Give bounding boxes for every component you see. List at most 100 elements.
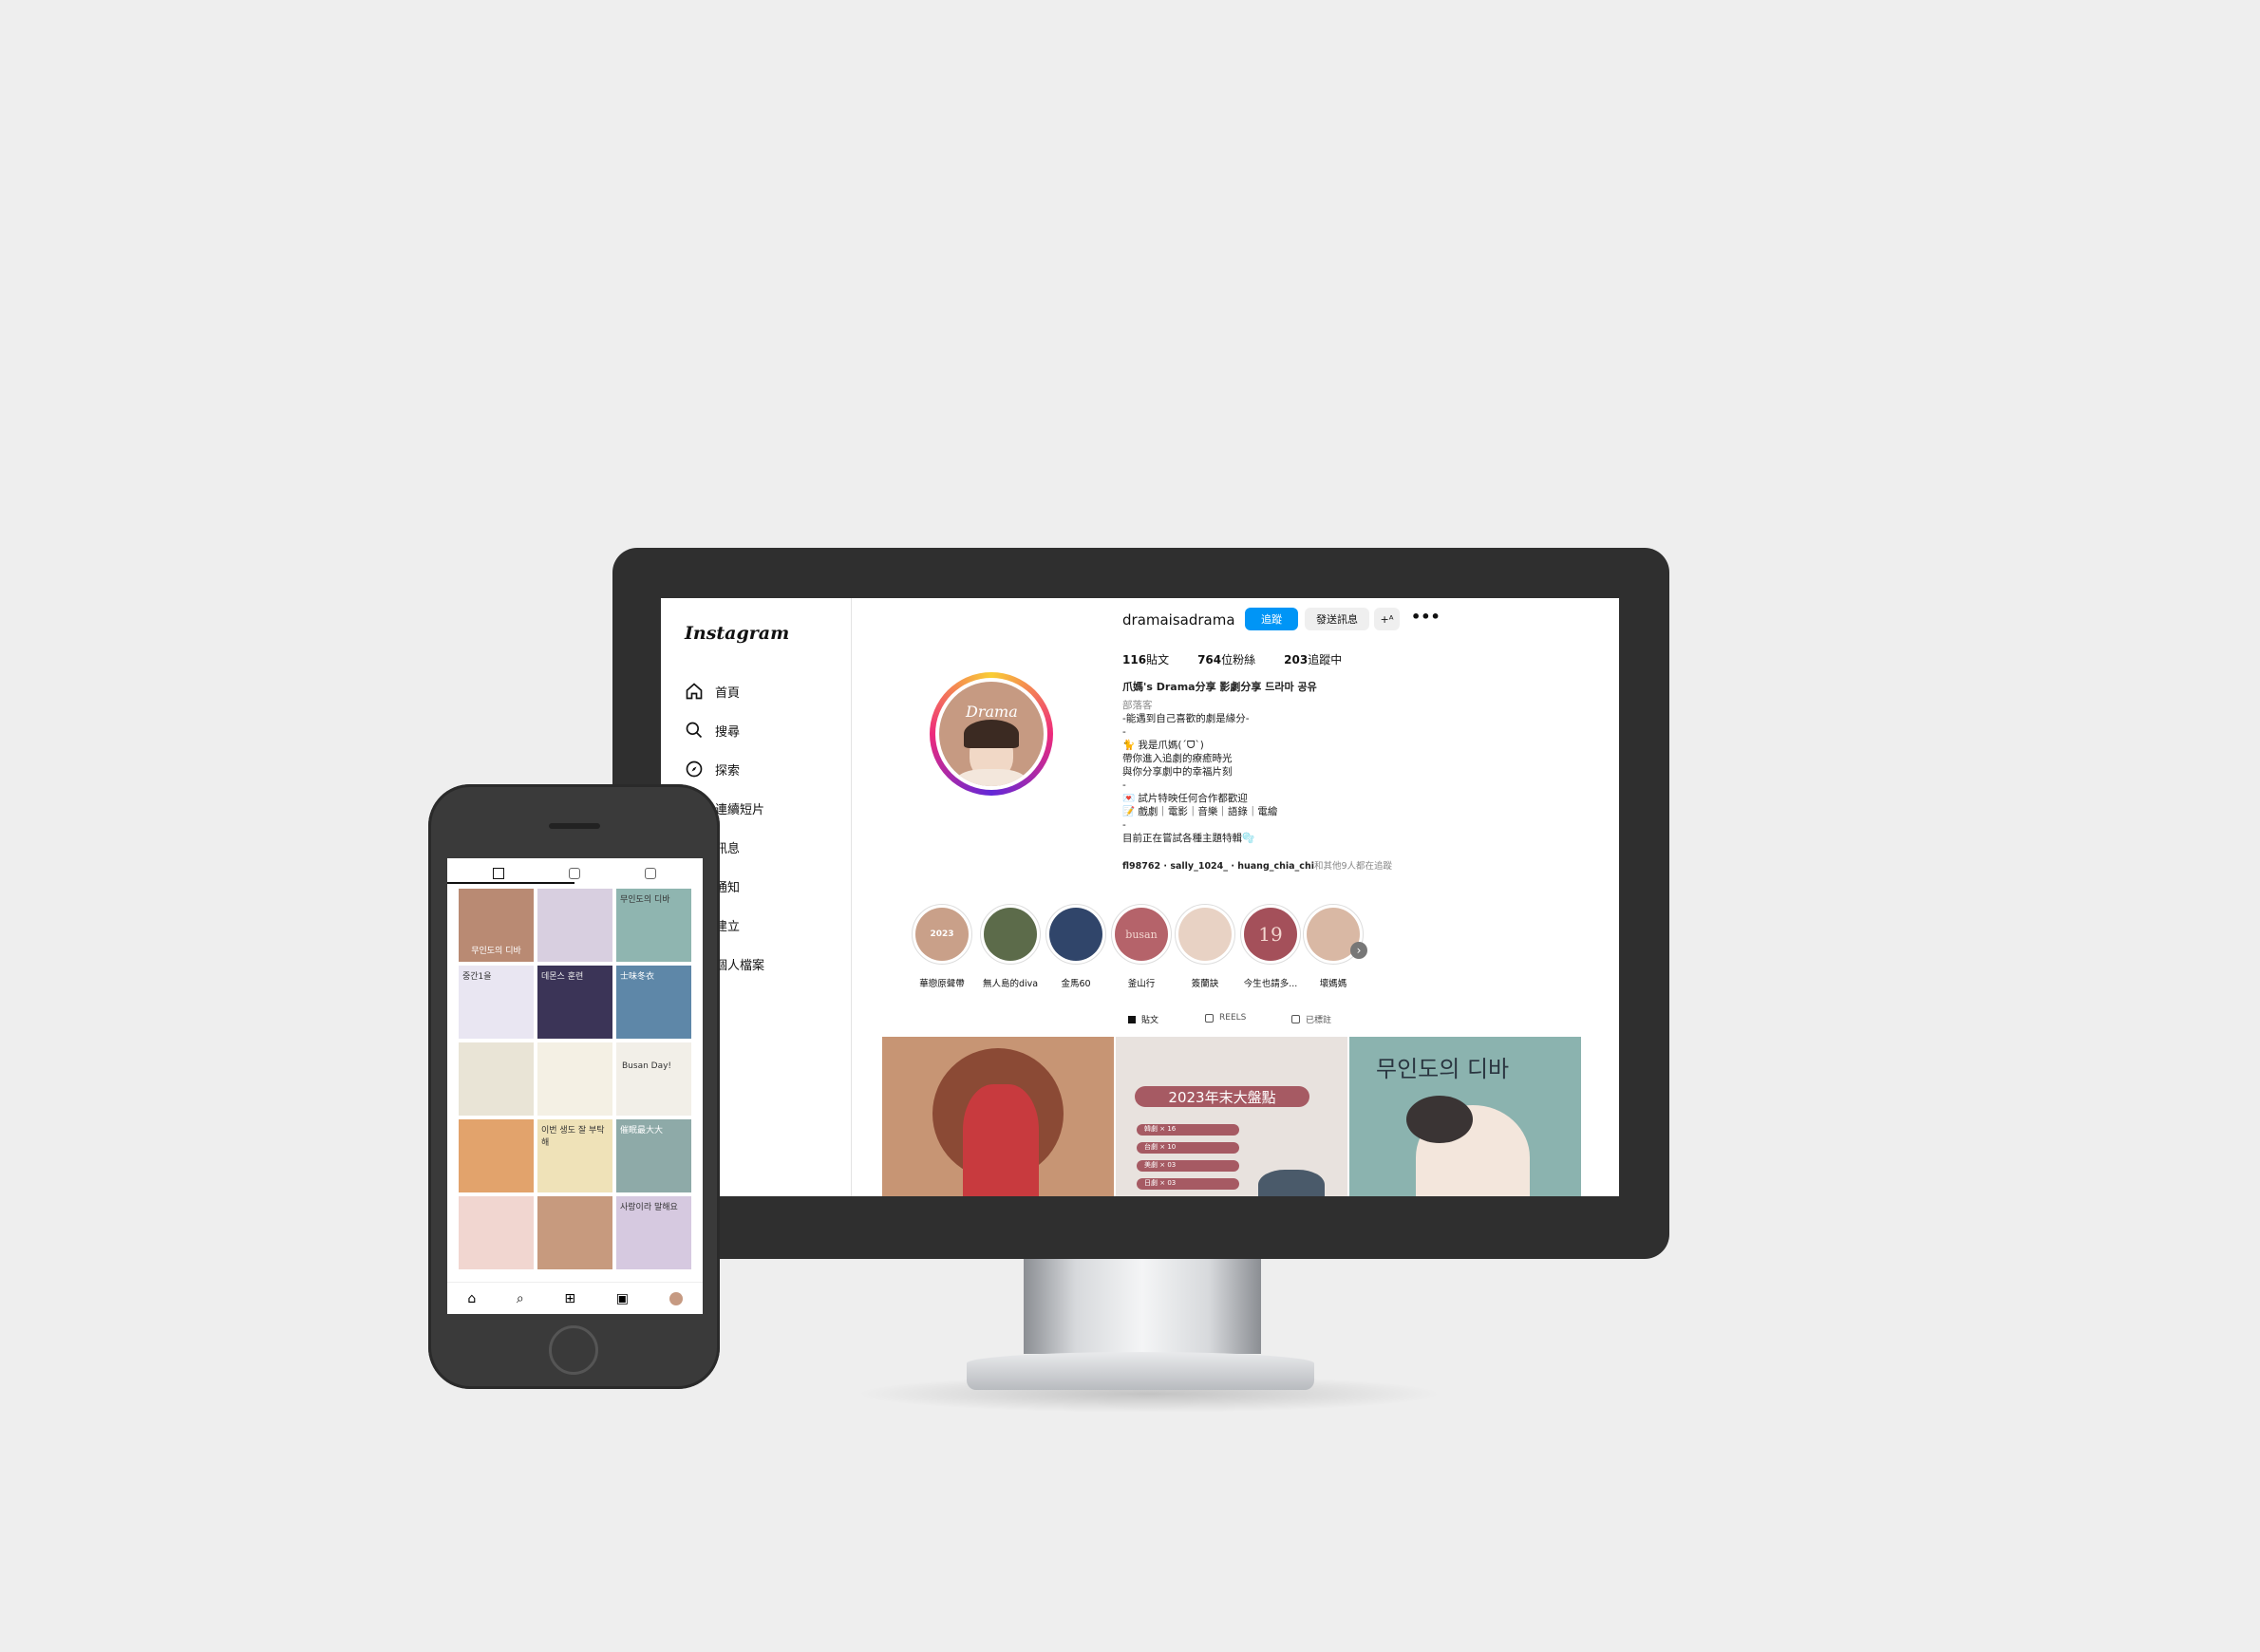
story-label: 華戀原聲帶 bbox=[919, 979, 965, 989]
bio-line: -能遇到自己喜歡的劇是緣分- bbox=[1122, 713, 1250, 724]
bio-line: - bbox=[1122, 819, 1126, 831]
sidebar-item-label: 首頁 bbox=[715, 685, 741, 701]
post-hair-shape bbox=[1406, 1096, 1473, 1143]
search-icon[interactable]: ⌕ bbox=[517, 1291, 524, 1306]
story-thumb-text: busan bbox=[1125, 928, 1158, 941]
tab-tagged[interactable]: 已標註 bbox=[1291, 1013, 1331, 1025]
sidebar-item-explore[interactable]: 探索 bbox=[685, 760, 740, 779]
posts-stat[interactable]: 116貼文 bbox=[1122, 651, 1169, 667]
post-title: 무인도의 디바 bbox=[1376, 1056, 1510, 1082]
phone-post-thumbnail[interactable] bbox=[537, 889, 612, 962]
avatar-body-shape bbox=[956, 769, 1026, 786]
phone-post-thumbnail[interactable]: Busan Day! bbox=[616, 1042, 691, 1116]
story-highlight[interactable]: 無人島的diva bbox=[980, 904, 1041, 989]
post-people-shape bbox=[1258, 1170, 1325, 1196]
phone-post-thumbnail[interactable] bbox=[537, 1196, 612, 1269]
monitor-stand-base bbox=[967, 1352, 1314, 1390]
bio-line: 📝 戲劇｜電影｜音樂｜語錄｜電繪 bbox=[1122, 806, 1278, 817]
home-icon[interactable]: ⌂ bbox=[467, 1291, 476, 1306]
sidebar-item-label: 連續短片 bbox=[715, 802, 765, 817]
post-thumbnail[interactable]: 2023年末大盤點 韓劇 × 16 台劇 × 10 美劇 × 03 日劇 × 0… bbox=[1116, 1037, 1347, 1196]
story-thumb-text: 2023 bbox=[930, 929, 954, 939]
phone-post-thumbnail[interactable] bbox=[459, 1196, 534, 1269]
post-thumbnail[interactable] bbox=[882, 1037, 1114, 1196]
post-couple-shape bbox=[963, 1084, 1039, 1196]
follow-button[interactable]: 追蹤 bbox=[1245, 608, 1298, 630]
profile-username: dramaisadrama bbox=[1122, 611, 1235, 629]
phone-post-thumbnail[interactable]: 무인도의 디바 bbox=[616, 889, 691, 962]
post-list-row: 韓劇 × 16 bbox=[1137, 1124, 1239, 1136]
home-icon bbox=[686, 683, 703, 700]
bio-line: - bbox=[1122, 726, 1126, 738]
tab-posts[interactable]: 貼文 bbox=[1128, 1013, 1158, 1025]
phone-bottom-nav: ⌂ ⌕ ⊞ ▣ bbox=[447, 1282, 703, 1314]
active-tab-indicator bbox=[447, 882, 574, 884]
tab-reels[interactable]: REELS bbox=[1205, 1013, 1246, 1023]
search-icon bbox=[686, 722, 703, 739]
sidebar-item-home[interactable]: 首頁 bbox=[685, 682, 740, 701]
phone-post-thumbnail[interactable]: 무인도의 디바 bbox=[459, 889, 534, 962]
story-label: 金馬60 bbox=[1061, 979, 1091, 989]
profile-stats: 116貼文 764位粉絲 203追蹤中 bbox=[1122, 651, 1342, 667]
phone-screen: 무인도의 디바 무인도의 디바 중간1을 데몬스 훈련 士味冬衣 Busan D… bbox=[447, 858, 703, 1314]
story-label: 簽蘭訣 bbox=[1191, 979, 1219, 989]
sidebar-item-label: 探索 bbox=[715, 763, 741, 779]
story-label: 釜山行 bbox=[1127, 979, 1156, 989]
sidebar-item-search[interactable]: 搜尋 bbox=[685, 721, 740, 740]
bio-line: 目前正在嘗試各種主題特輯🫧 bbox=[1122, 833, 1255, 844]
post-list-row: 台劇 × 10 bbox=[1137, 1142, 1239, 1154]
reels-icon[interactable]: ▣ bbox=[616, 1291, 629, 1306]
suggest-user-button[interactable]: +ᴬ bbox=[1374, 608, 1400, 630]
bio-line: 💌 試片特映任何合作都歡迎 bbox=[1122, 793, 1248, 804]
phone-post-thumbnail[interactable] bbox=[459, 1119, 534, 1192]
profile-display-name: 爪媽's Drama分享 影劇分享 드라마 공유 bbox=[1122, 681, 1317, 693]
story-highlight[interactable]: 簽蘭訣 bbox=[1175, 904, 1235, 989]
tag-icon[interactable] bbox=[645, 868, 656, 879]
sidebar-item-label: 搜尋 bbox=[715, 724, 741, 740]
post-list-row: 美劇 × 03 bbox=[1137, 1160, 1239, 1172]
more-options-icon[interactable]: ••• bbox=[1411, 608, 1441, 626]
story-highlight[interactable]: 2023 華戀原聲帶 bbox=[912, 904, 972, 989]
phone-post-thumbnail[interactable]: 催眠最大大 bbox=[616, 1119, 691, 1192]
grid-icon[interactable] bbox=[493, 868, 504, 879]
monitor-stand-neck bbox=[1024, 1259, 1261, 1354]
story-highlight[interactable]: 19 今生也請多... bbox=[1240, 904, 1301, 989]
phone-post-thumbnail[interactable] bbox=[459, 1042, 534, 1116]
following-stat[interactable]: 203追蹤中 bbox=[1284, 651, 1342, 667]
post-list-row: 日劇 × 03 bbox=[1137, 1178, 1239, 1190]
phone-post-thumbnail[interactable]: 사랑이라 말해요 bbox=[616, 1196, 691, 1269]
avatar[interactable]: Drama bbox=[939, 682, 1044, 786]
phone-post-grid: 무인도의 디바 무인도의 디바 중간1을 데몬스 훈련 士味冬衣 Busan D… bbox=[459, 889, 692, 1269]
followed-by[interactable]: fl98762 · sally_1024_ · huang_chia_chi和其… bbox=[1122, 860, 1392, 873]
phone-post-thumbnail[interactable] bbox=[537, 1042, 612, 1116]
bio-line: 帶你進入追劇的療癒時光 bbox=[1122, 753, 1233, 764]
sidebar-item-label: 個人檔案 bbox=[715, 958, 765, 973]
send-message-button[interactable]: 發送訊息 bbox=[1305, 608, 1369, 630]
profile-icon[interactable] bbox=[669, 1292, 683, 1305]
grid-icon bbox=[1128, 1015, 1136, 1023]
bio-line: 與你分享劇中的幸福片刻 bbox=[1122, 766, 1233, 778]
story-thumb-text: 19 bbox=[1258, 923, 1283, 946]
phone-home-button[interactable] bbox=[549, 1325, 598, 1375]
phone-post-thumbnail[interactable]: 士味冬衣 bbox=[616, 966, 691, 1039]
chevron-right-icon[interactable]: › bbox=[1350, 942, 1367, 959]
bio-line: 🐈 我是爪媽(ˊᗜˋ) bbox=[1122, 740, 1204, 751]
reels-icon[interactable] bbox=[569, 868, 580, 879]
phone-post-thumbnail[interactable]: 이번 생도 잘 부탁해 bbox=[537, 1119, 612, 1192]
plus-icon[interactable]: ⊞ bbox=[564, 1291, 575, 1306]
story-label: 壞媽媽 bbox=[1319, 979, 1347, 989]
phone-post-thumbnail[interactable]: 중간1을 bbox=[459, 966, 534, 1039]
story-highlight[interactable]: 金馬60 bbox=[1045, 904, 1106, 989]
phone-speaker bbox=[549, 823, 600, 829]
compass-icon bbox=[686, 760, 703, 778]
desktop-screen: Instagram 首頁 搜尋 探索 連續短片 訊息 通知 建立 個人檔案 dr… bbox=[661, 598, 1619, 1196]
story-highlight[interactable]: busan 釜山行 bbox=[1111, 904, 1172, 989]
followers-stat[interactable]: 764位粉絲 bbox=[1197, 651, 1255, 667]
avatar-text: Drama bbox=[966, 703, 1018, 721]
post-thumbnail[interactable]: 무인도의 디바 bbox=[1349, 1037, 1581, 1196]
bio-line: - bbox=[1122, 779, 1126, 791]
story-label: 無人島的diva bbox=[982, 979, 1039, 989]
phone-post-thumbnail[interactable]: 데몬스 훈련 bbox=[537, 966, 612, 1039]
post-title: 2023年末大盤點 bbox=[1135, 1086, 1309, 1107]
instagram-logo[interactable]: Instagram bbox=[685, 623, 789, 644]
